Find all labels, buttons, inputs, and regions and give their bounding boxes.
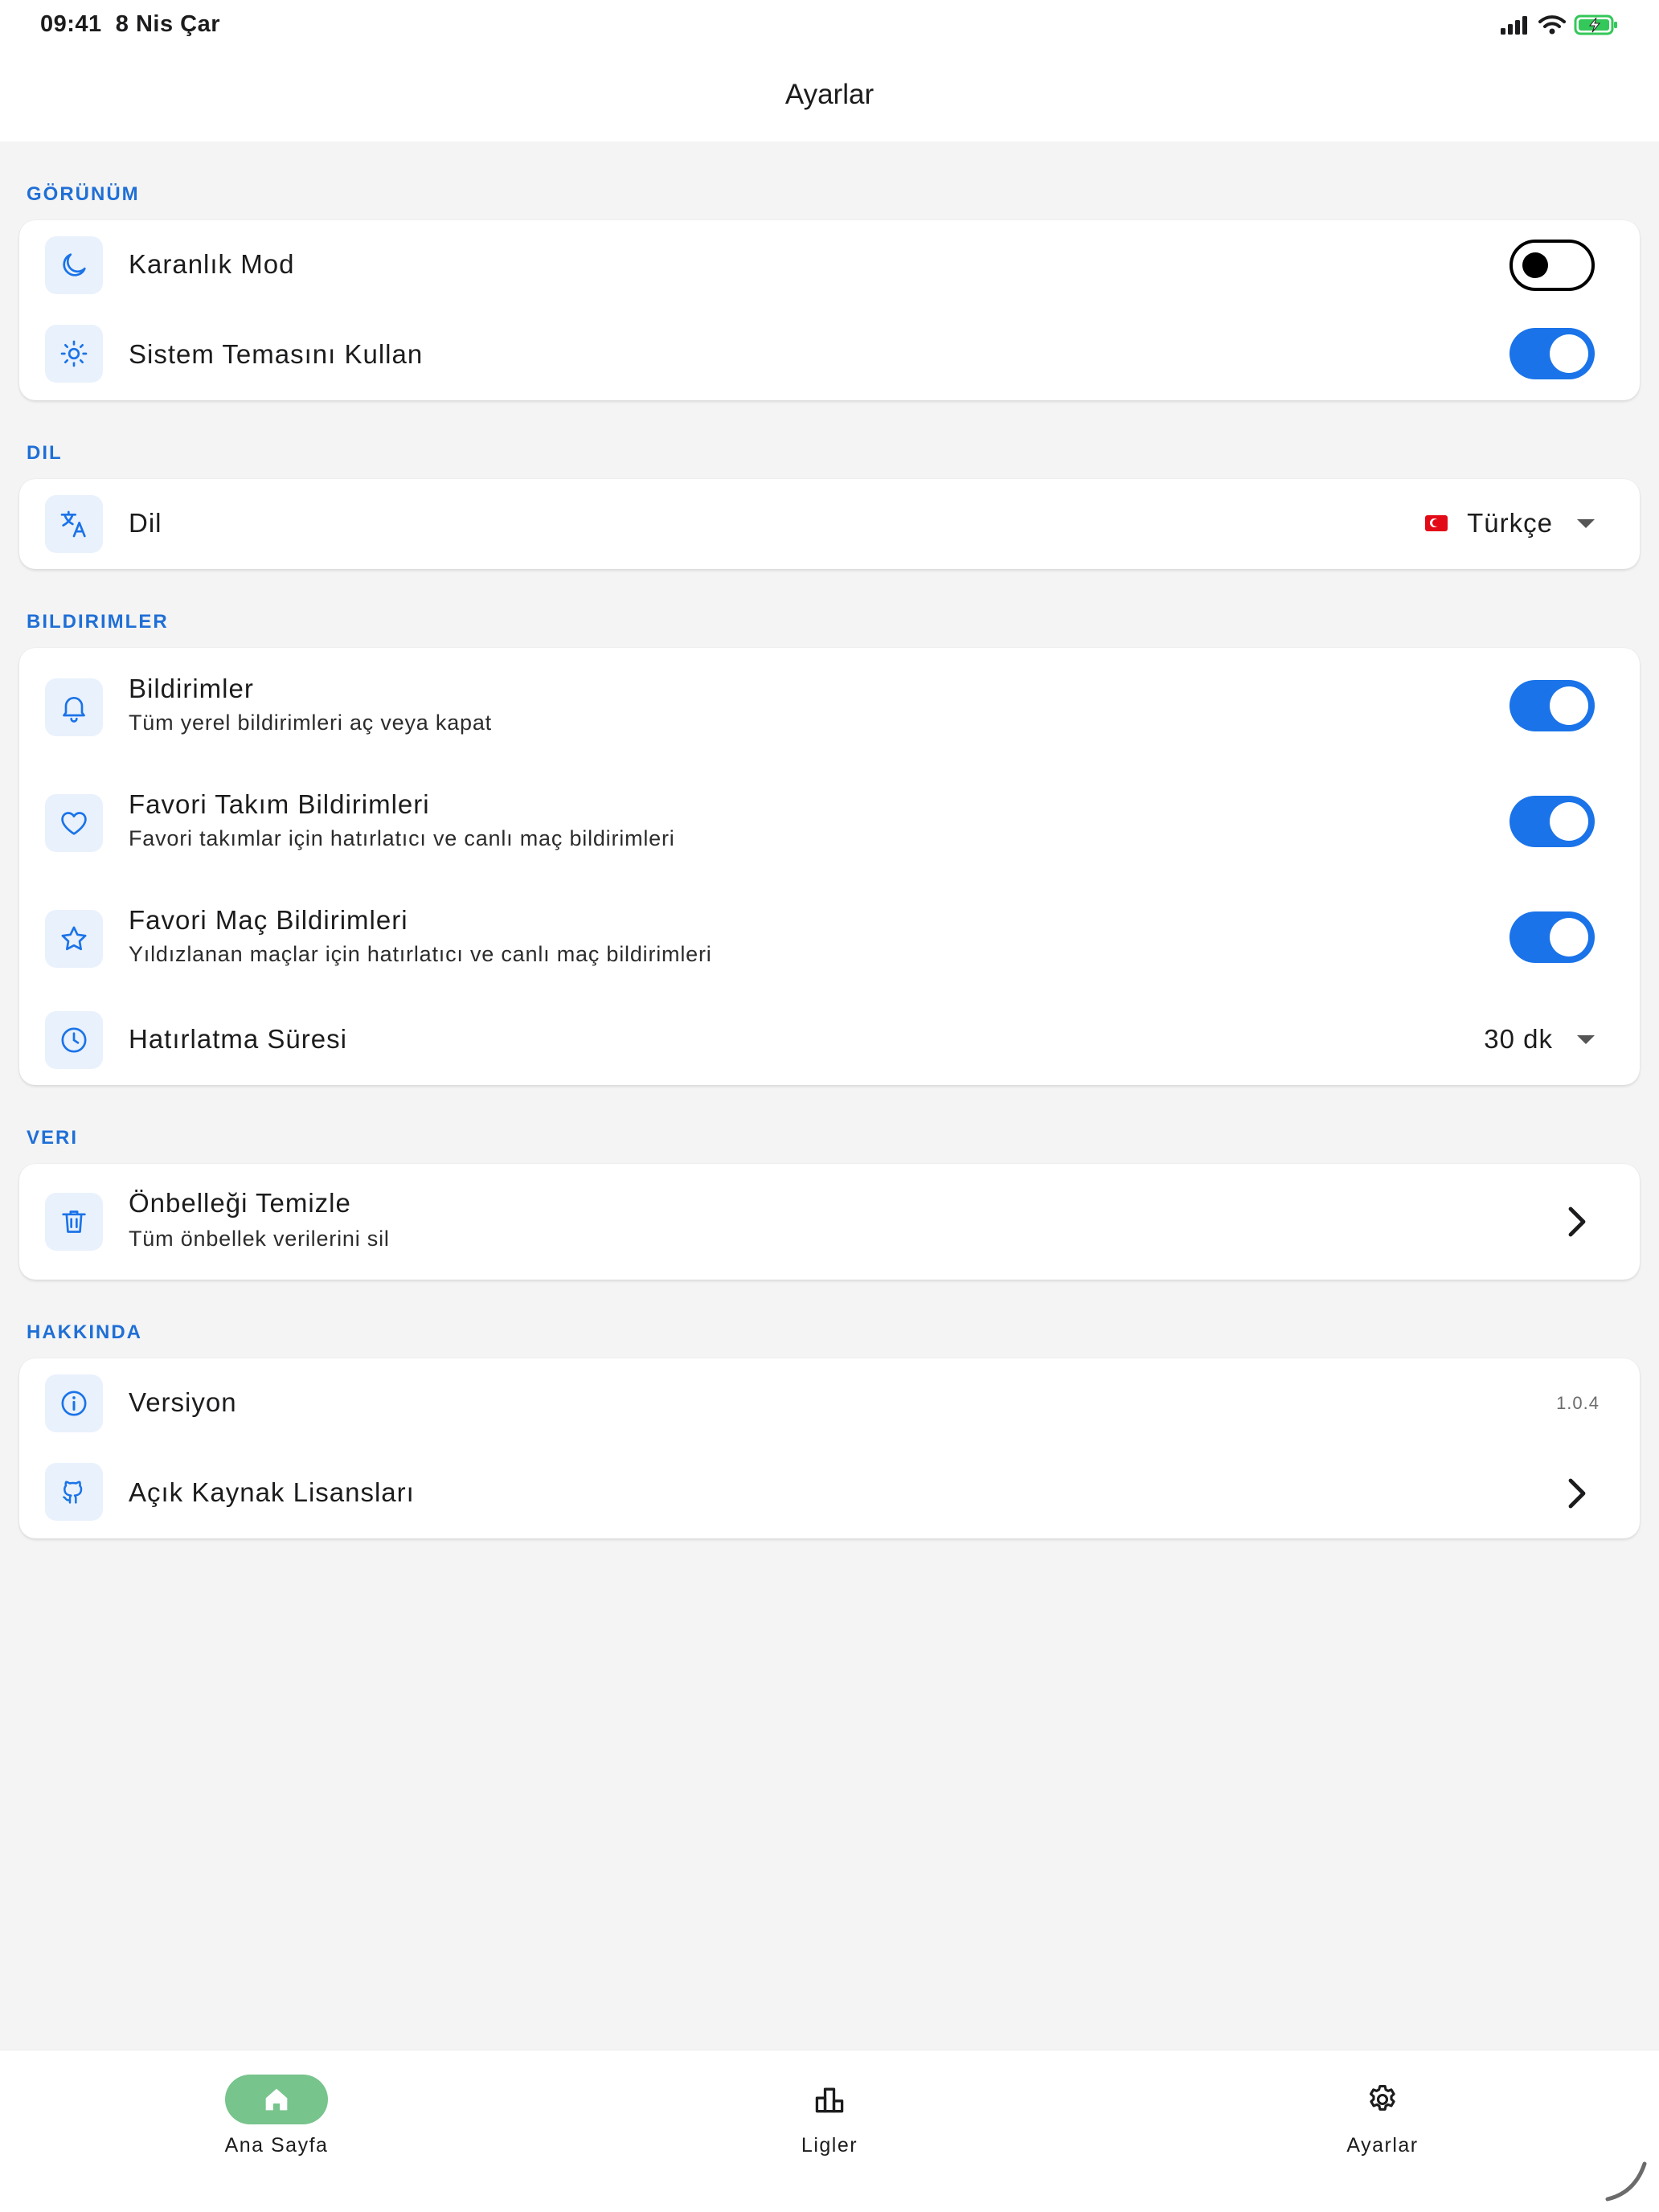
about-card: Versiyon 1.0.4 Açık Kaynak Lisansları xyxy=(19,1358,1640,1538)
gear-icon xyxy=(1369,2084,1395,2111)
reminder-dropdown[interactable]: 30 dk xyxy=(1484,1024,1595,1055)
notifications-subtitle: Tüm yerel bildirimleri aç veya kapat xyxy=(129,711,492,735)
favorite-team-label: Favori Takım Bildirimleri xyxy=(129,789,430,819)
reminder-value: 30 dk xyxy=(1484,1024,1553,1054)
dark-mode-icon-box xyxy=(45,236,103,294)
nav-label-home: Ana Sayfa xyxy=(224,2134,329,2157)
favorite-match-label: Favori Maç Bildirimleri xyxy=(129,905,408,935)
section-label-notifications: BILDIRIMLER xyxy=(27,611,169,633)
version-icon-box xyxy=(45,1374,103,1432)
language-icon-box xyxy=(45,495,103,553)
system-theme-row[interactable]: Sistem Temasını Kullan xyxy=(19,310,1640,400)
language-card: Dil Türkçe xyxy=(19,479,1640,569)
toggle-knob xyxy=(1550,918,1588,956)
status-time: 09:41 8 Nis Çar xyxy=(40,11,220,38)
info-icon xyxy=(61,1391,87,1416)
sun-icon xyxy=(60,340,88,367)
favorite-team-toggle[interactable] xyxy=(1509,796,1595,847)
system-theme-icon-box xyxy=(45,325,103,383)
status-icons xyxy=(1500,13,1619,37)
battery-icon xyxy=(1574,14,1617,35)
favorite-team-notifications-row[interactable]: Favori Takım Bildirimleri Favori takımla… xyxy=(19,764,1640,879)
status-date: 8 Nis Çar xyxy=(115,11,221,37)
licenses-row[interactable]: Açık Kaynak Lisansları xyxy=(19,1448,1640,1538)
nav-icon-container xyxy=(1331,2075,1434,2124)
toggle-knob xyxy=(1550,802,1588,841)
notifications-card: Bildirimler Tüm yerel bildirimleri aç ve… xyxy=(19,648,1640,1085)
data-card: Önbelleği Temizle Tüm önbellek verilerin… xyxy=(19,1164,1640,1280)
nav-active-indicator xyxy=(225,2075,328,2124)
toggle-knob xyxy=(1550,334,1588,373)
appearance-card: Karanlık Mod Sistem Temasını Kullan xyxy=(19,220,1640,400)
nav-label-leagues: Ligler xyxy=(801,2134,858,2157)
reminder-icon-box xyxy=(45,1011,103,1069)
nav-item-leagues[interactable]: Ligler xyxy=(709,2075,950,2171)
chevron-right-icon xyxy=(1568,1478,1586,1509)
clear-cache-icon-box xyxy=(45,1193,103,1251)
system-theme-label: Sistem Temasını Kullan xyxy=(129,339,424,369)
toggle-knob xyxy=(1550,686,1588,725)
translate-icon xyxy=(60,510,86,538)
language-dropdown[interactable]: Türkçe xyxy=(1425,508,1595,539)
dark-mode-label: Karanlık Mod xyxy=(129,249,295,279)
chevron-right-icon xyxy=(1568,1206,1586,1237)
caret-down-icon xyxy=(1577,1034,1595,1044)
clock-time: 09:41 xyxy=(40,11,102,37)
favorite-team-icon-box xyxy=(45,794,103,852)
nav-item-home[interactable]: Ana Sayfa xyxy=(156,2075,397,2171)
system-theme-toggle[interactable] xyxy=(1509,328,1595,379)
version-value: 1.0.4 xyxy=(1556,1393,1600,1413)
leaderboard-icon xyxy=(815,2087,844,2113)
section-label-data: VERI xyxy=(27,1127,79,1149)
favorite-match-subtitle: Yıldızlanan maçlar için hatırlatıcı ve c… xyxy=(129,942,712,966)
licenses-icon-box xyxy=(45,1463,103,1521)
section-label-appearance: GÖRÜNÜM xyxy=(27,183,140,205)
home-icon xyxy=(265,2088,288,2111)
turkey-flag-icon xyxy=(1425,515,1448,531)
language-value: Türkçe xyxy=(1467,508,1553,538)
heart-icon xyxy=(61,812,87,835)
language-label: Dil xyxy=(129,508,162,538)
notifications-row[interactable]: Bildirimler Tüm yerel bildirimleri aç ve… xyxy=(19,648,1640,764)
dark-mode-row[interactable]: Karanlık Mod xyxy=(19,220,1640,310)
app-header: Ayarlar xyxy=(0,50,1659,141)
clear-cache-label: Önbelleği Temizle xyxy=(129,1188,351,1218)
signal-icon xyxy=(1501,16,1527,35)
clear-cache-subtitle: Tüm önbellek verilerini sil xyxy=(129,1227,390,1251)
reminder-label: Hatırlatma Süresi xyxy=(129,1024,347,1054)
reminder-row[interactable]: Hatırlatma Süresi 30 dk xyxy=(19,995,1640,1085)
resize-handle-icon[interactable] xyxy=(1603,2156,1651,2204)
favorite-match-icon-box xyxy=(45,910,103,968)
notifications-toggle[interactable] xyxy=(1509,680,1595,731)
github-icon xyxy=(63,1481,83,1504)
page-title: Ayarlar xyxy=(784,79,875,110)
status-bar: 09:41 8 Nis Çar xyxy=(0,0,1659,50)
licenses-label: Açık Kaynak Lisansları xyxy=(129,1477,415,1507)
nav-icon-container xyxy=(778,2075,881,2124)
section-label-about: HAKKINDA xyxy=(27,1321,142,1343)
dark-mode-toggle[interactable] xyxy=(1509,240,1595,291)
bell-icon xyxy=(63,697,85,723)
wifi-icon xyxy=(1538,15,1566,35)
star-icon xyxy=(61,926,87,951)
bottom-nav: Ana Sayfa Ligler Ayarlar xyxy=(0,2050,1659,2212)
caret-down-icon xyxy=(1577,518,1595,528)
moon-icon xyxy=(63,253,86,276)
trash-icon xyxy=(62,1210,86,1233)
favorite-match-toggle[interactable] xyxy=(1509,911,1595,963)
favorite-team-subtitle: Favori takımlar için hatırlatıcı ve canl… xyxy=(129,826,675,850)
clock-icon xyxy=(61,1027,87,1053)
notifications-icon-box xyxy=(45,678,103,736)
language-row[interactable]: Dil Türkçe xyxy=(19,479,1640,569)
notifications-label: Bildirimler xyxy=(129,674,254,703)
section-label-language: DIL xyxy=(27,442,63,464)
toggle-knob xyxy=(1522,252,1548,278)
nav-label-settings: Ayarlar xyxy=(1346,2134,1419,2157)
nav-item-settings[interactable]: Ayarlar xyxy=(1262,2075,1503,2171)
version-label: Versiyon xyxy=(129,1387,237,1417)
clear-cache-row[interactable]: Önbelleği Temizle Tüm önbellek verilerin… xyxy=(19,1164,1640,1280)
version-row: Versiyon 1.0.4 xyxy=(19,1358,1640,1448)
favorite-match-notifications-row[interactable]: Favori Maç Bildirimleri Yıldızlanan maçl… xyxy=(19,879,1640,995)
